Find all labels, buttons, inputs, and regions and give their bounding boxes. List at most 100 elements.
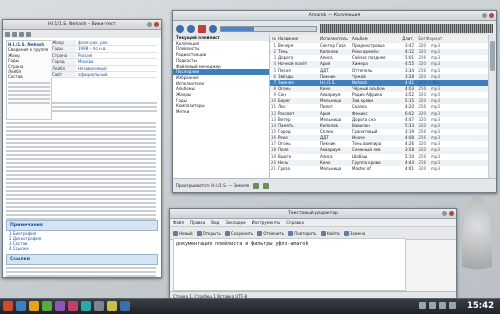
new-button[interactable]: Новый [173,230,193,236]
close-icon[interactable] [449,211,454,216]
repeat-icon[interactable] [263,182,270,189]
wallpaper-decoration [462,196,492,296]
track-list: 1 Вечеря Сектор Газа Приднестровье 3:47 320 mp… [270,43,488,178]
menu-tools[interactable]: Инструменты [252,219,281,226]
chat-icon[interactable] [81,301,91,311]
col-album[interactable]: Альбом [352,35,388,43]
browser-title: НI.1/1.S. Nehash – Вики-тест [48,22,116,27]
col-format[interactable]: Формат [426,35,442,43]
info-table: Жанр фолк-рок, рок Годы 1998 – по н.в. Стр… [51,40,157,96]
editor-text-area[interactable]: документация плейлиста и фильтры уфлз-am… [173,238,406,291]
toolbar-label: Замена [349,230,366,236]
keyboard-layout-icon[interactable] [449,302,456,309]
play-icon[interactable] [187,24,195,33]
shuffle-icon[interactable] [253,182,260,189]
infobox-line: Состав [8,74,23,80]
menu-help[interactable]: Справка [286,219,304,226]
app-menu-icon[interactable] [3,301,13,311]
battery-icon[interactable] [439,302,446,309]
col-rating[interactable] [388,35,402,43]
find-button[interactable]: Найти [320,230,340,236]
table-key: Лейбл [51,65,76,72]
open-folder-icon [196,230,202,236]
col-artist[interactable]: Исполнитель [320,35,352,43]
undo-button[interactable]: Отменить [257,230,285,236]
section-header-notes[interactable]: Примечания [6,220,158,231]
sidebar-item[interactable]: Метки [173,109,269,115]
browser-titlebar[interactable]: НI.1/1.S. Nehash – Вики-тест [3,20,161,30]
page-content: Н.I./1.S. Nehash Сведения о группе Жанр … [3,38,161,277]
menu-file[interactable]: Файл [173,219,184,226]
track-cell: 21 [270,165,276,171]
back-icon[interactable] [5,31,10,37]
volume-icon[interactable] [429,302,436,309]
music-icon[interactable] [55,301,65,311]
scroll-thumb[interactable] [490,41,495,71]
toolbar-label: Найти [326,230,340,236]
track-scrollbar[interactable] [488,35,496,178]
col-number[interactable]: № [270,35,278,43]
section-header-links[interactable]: Ссылки [6,254,158,265]
next-icon[interactable] [209,24,217,33]
stop-icon[interactable] [198,24,206,33]
save-icon [224,230,230,236]
table-link[interactable]: 1998 – по н.в. [76,46,107,51]
office-icon[interactable] [120,301,130,311]
track-cell: mp3 [431,165,440,171]
mail-icon[interactable] [68,301,78,311]
browser-window: НI.1/1.S. Nehash – Вики-тест Н.I./1.S. N… [2,19,162,278]
table-link[interactable]: Россия [76,53,92,58]
reload-icon[interactable] [19,31,24,37]
menu-bookmarks[interactable]: Закладки [225,219,245,226]
redo-button[interactable]: Повторить [288,230,317,236]
table-link[interactable]: Москва [76,59,93,64]
menu-view[interactable]: Вид [211,219,219,226]
close-icon[interactable] [154,22,159,27]
settings-icon[interactable] [94,301,104,311]
col-bitrate[interactable]: Бит [414,35,426,43]
system-tray [419,302,456,309]
save-button[interactable]: Сохранить [224,230,253,236]
terminal-icon[interactable] [42,301,52,311]
forward-icon[interactable] [12,31,17,37]
editor-title: Текстовый редактор [287,211,339,216]
menu-edit[interactable]: Правка [190,219,205,226]
toolbar-label: Отменить [263,230,285,236]
paragraph-lines [8,81,50,104]
track-cell: 4:01 [405,165,414,171]
previous-icon[interactable] [176,24,184,33]
links-paragraph [6,265,156,277]
table-link[interactable]: фолк-рок, рок [76,40,108,45]
launcher-icons [3,301,130,311]
replace-icon [343,230,349,236]
seek-progress [221,26,255,31]
col-title[interactable]: Название [278,35,320,43]
close-icon[interactable] [489,13,494,18]
browser-icon[interactable] [16,301,26,311]
track-row[interactable]: 21 Гроза Мельница Master of 4:01 320 mp3 [270,166,488,172]
home-icon[interactable] [26,31,31,37]
sidebar: Текущий плейлист Коллекция Плейлисты Радиос… [173,35,270,178]
minimize-icon[interactable] [442,211,447,216]
editor-menubar: Файл Правка Вид Закладки Инструменты Спр… [170,219,456,227]
toc-item[interactable]: 4 Ссылки [9,246,41,251]
infobox: Н.I./1.S. Nehash Сведения о группе Жанр … [6,40,52,120]
editor-titlebar[interactable]: Текстовый редактор [170,209,456,219]
player-titlebar[interactable]: Amarok — Коллекция [173,11,496,21]
minimize-icon[interactable] [482,13,487,18]
network-icon[interactable] [419,302,426,309]
table-link[interactable]: официальный [76,72,108,77]
editor-text: документация плейлиста и фильтры уфлз-am… [176,241,309,247]
search-icon [320,230,326,236]
open-button[interactable]: Открыть [196,230,221,236]
toolbar-label: Повторить [294,230,317,236]
clock[interactable]: 15:42 [467,300,494,313]
table-link[interactable]: Независимый [76,66,107,71]
folder-icon[interactable] [29,301,39,311]
minimize-icon[interactable] [147,22,152,27]
col-length[interactable]: Длит. [402,35,414,43]
editor-icon[interactable] [107,301,117,311]
seek-slider[interactable] [220,25,317,32]
toolbar-label: Новый [179,230,193,236]
replace-button[interactable]: Замена [343,230,366,236]
